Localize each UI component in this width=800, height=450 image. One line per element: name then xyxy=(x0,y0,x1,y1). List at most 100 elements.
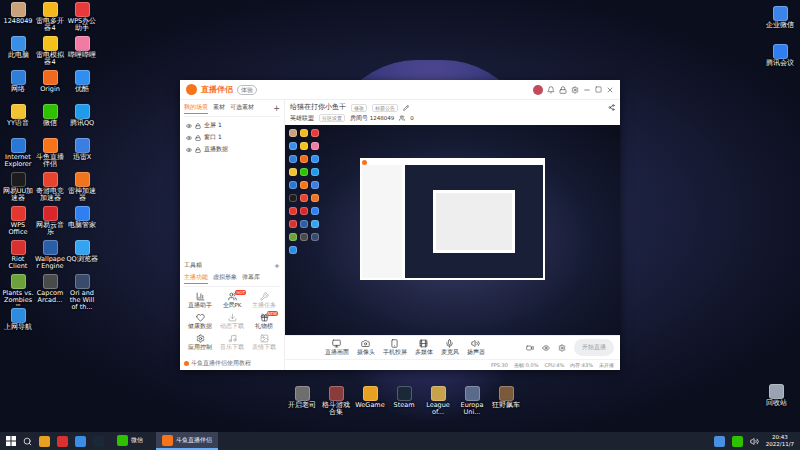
close-icon[interactable] xyxy=(606,86,614,94)
source-row[interactable]: 直播数据 xyxy=(186,145,278,154)
desktop-icon[interactable]: 电脑管家 xyxy=(66,206,98,240)
control-button[interactable]: 扬声器 xyxy=(467,339,485,356)
desktop-icon[interactable]: 微信 xyxy=(34,104,66,138)
more-icon[interactable] xyxy=(274,263,280,269)
taskbar-app[interactable]: 微信 xyxy=(111,432,149,450)
start-live-button[interactable]: 开始直播 xyxy=(574,339,614,356)
desktop-icon[interactable]: 此电脑 xyxy=(2,36,34,70)
toolbox-tab[interactable]: 主播功能 xyxy=(184,273,208,284)
tool-item[interactable]: 主播任务 xyxy=(248,292,280,309)
desktop-icon[interactable]: YY语音 xyxy=(2,104,34,138)
eye-icon[interactable] xyxy=(186,147,192,153)
title-bar[interactable]: 直播伴侣体验 xyxy=(180,80,620,100)
source-row[interactable]: 窗口 1 xyxy=(186,133,278,142)
desktop-icon[interactable]: 斗鱼直播伴侣 xyxy=(34,138,66,172)
desktop-icon[interactable]: 腾讯会议 xyxy=(764,44,796,78)
desktop-icon[interactable]: League of... xyxy=(422,386,454,420)
desktop-icon[interactable]: QQ浏览器 xyxy=(66,240,98,274)
tool-item[interactable]: 礼物榜NEW xyxy=(248,313,280,330)
desktop-icon[interactable]: 网易云音乐 xyxy=(34,206,66,240)
desktop-icon[interactable]: 迅雷X xyxy=(66,138,98,172)
maximize-icon[interactable] xyxy=(595,86,602,93)
windows-start-icon[interactable] xyxy=(6,436,16,446)
desktop-icon[interactable]: 网络 xyxy=(2,70,34,104)
lock-icon[interactable] xyxy=(559,86,567,94)
tray-icon[interactable] xyxy=(732,436,743,447)
desktop-icon[interactable]: 奇游电竞加速器 xyxy=(34,172,66,206)
record-icon[interactable] xyxy=(526,344,534,352)
desktop-icon[interactable]: WPS办公助手 xyxy=(66,2,98,36)
tray-icon[interactable] xyxy=(714,436,725,447)
tool-item[interactable]: 表情下载 xyxy=(248,334,280,351)
control-button[interactable]: 多媒体 xyxy=(415,339,433,356)
source-row[interactable]: 全屏 1 xyxy=(186,121,278,130)
folder-icon[interactable] xyxy=(39,436,50,447)
toolbox-tab[interactable]: 弹幕库 xyxy=(242,273,260,284)
desktop-icon[interactable]: 开启老司 xyxy=(286,386,318,420)
lock-icon[interactable] xyxy=(195,135,201,141)
bell-icon[interactable] xyxy=(547,86,555,94)
tool-item[interactable]: 直播助手 xyxy=(184,292,216,309)
clock[interactable]: 20:432022/11/7 xyxy=(766,434,794,447)
desktop-icon[interactable]: 哔哩哔哩 xyxy=(66,36,98,70)
desktop-icon[interactable]: Plants vs. Zombies™ xyxy=(2,274,34,308)
desktop-icon[interactable]: 雷电模拟器4 xyxy=(34,36,66,70)
lock-icon[interactable] xyxy=(195,147,201,153)
control-button[interactable]: 麦克风 xyxy=(441,339,459,356)
desktop-icon[interactable]: 雷神加速器 xyxy=(66,172,98,206)
desktop-icon[interactable]: 上网导航 xyxy=(2,308,34,342)
browser-icon[interactable] xyxy=(75,436,86,447)
desktop-icon[interactable]: 企业微信 xyxy=(764,6,796,40)
desktop-icon[interactable]: Riot Client xyxy=(2,240,34,274)
volume-icon[interactable] xyxy=(750,437,759,446)
view-icon[interactable] xyxy=(542,344,550,352)
scene-tab[interactable]: 可选素材 xyxy=(230,103,254,114)
gear-icon[interactable] xyxy=(558,344,566,352)
tool-item[interactable]: 健康数据 xyxy=(184,313,216,330)
control-button[interactable]: 直播画面 xyxy=(325,339,349,356)
desktop-icon[interactable]: Capcom Arcad... xyxy=(34,274,66,308)
desktop-icon[interactable]: 优酷 xyxy=(66,70,98,104)
desktop-icon[interactable]: WPS Office xyxy=(2,206,34,240)
desktop-icon[interactable]: 狂野飙车 xyxy=(490,386,522,420)
desktop-icon[interactable]: 网易UU加速器 xyxy=(2,172,34,206)
control-button[interactable]: 摄像头 xyxy=(357,339,375,356)
desktop-icon[interactable]: Europa Uni... xyxy=(456,386,488,420)
tutorial-link[interactable]: 斗鱼直播伴侣使用教程 xyxy=(184,354,280,367)
tool-item[interactable]: 应用控制 xyxy=(184,334,216,351)
desktop-icon[interactable]: Wallpaper Engine xyxy=(34,240,66,274)
tool-item[interactable]: 全民PKHOT xyxy=(216,292,248,309)
desktop-icon[interactable]: 回收站 xyxy=(760,384,792,418)
desktop-icon[interactable]: Origin xyxy=(34,70,66,104)
toolbox-tab[interactable]: 虚拟形象 xyxy=(213,273,237,284)
settings-icon[interactable] xyxy=(571,86,579,94)
notice-button[interactable]: 标题公告 xyxy=(372,104,398,112)
desktop-icon[interactable]: 格斗游戏合集 xyxy=(320,386,352,420)
steam-icon[interactable] xyxy=(93,436,104,447)
eye-icon[interactable] xyxy=(186,135,192,141)
scene-tab[interactable]: 素材 xyxy=(213,103,225,114)
tool-item[interactable]: 音乐下载 xyxy=(216,334,248,351)
app-icon[interactable] xyxy=(57,436,68,447)
category-button[interactable]: 分区设置 xyxy=(319,114,345,122)
desktop-icon[interactable]: 腾讯QQ xyxy=(66,104,98,138)
desktop-icon[interactable]: Internet Explorer xyxy=(2,138,34,172)
desktop-icon[interactable]: Ori and the Will of th... xyxy=(66,274,98,308)
pencil-icon[interactable] xyxy=(403,105,409,111)
eye-icon[interactable] xyxy=(186,123,192,129)
control-button[interactable]: 手机投屏 xyxy=(383,339,407,356)
desktop-icon[interactable]: 1248049 xyxy=(2,2,34,36)
add-scene-button[interactable]: + xyxy=(273,104,280,113)
desktop-icon[interactable]: 雷电多开器4 xyxy=(34,2,66,36)
taskbar-app[interactable]: 斗鱼直播伴侣 xyxy=(156,432,218,450)
desktop-icon[interactable]: Steam xyxy=(388,386,420,420)
share-icon[interactable] xyxy=(608,104,615,111)
search-icon[interactable] xyxy=(23,437,32,446)
avatar-icon[interactable] xyxy=(533,85,543,95)
edit-title-button[interactable]: 修改 xyxy=(351,104,367,112)
minimize-icon[interactable] xyxy=(583,86,591,94)
desktop-icon[interactable]: WeGame xyxy=(354,386,386,420)
tool-item[interactable]: 动态下载 xyxy=(216,313,248,330)
lock-icon[interactable] xyxy=(195,123,201,129)
scene-tab[interactable]: 我的场景 xyxy=(184,103,208,114)
